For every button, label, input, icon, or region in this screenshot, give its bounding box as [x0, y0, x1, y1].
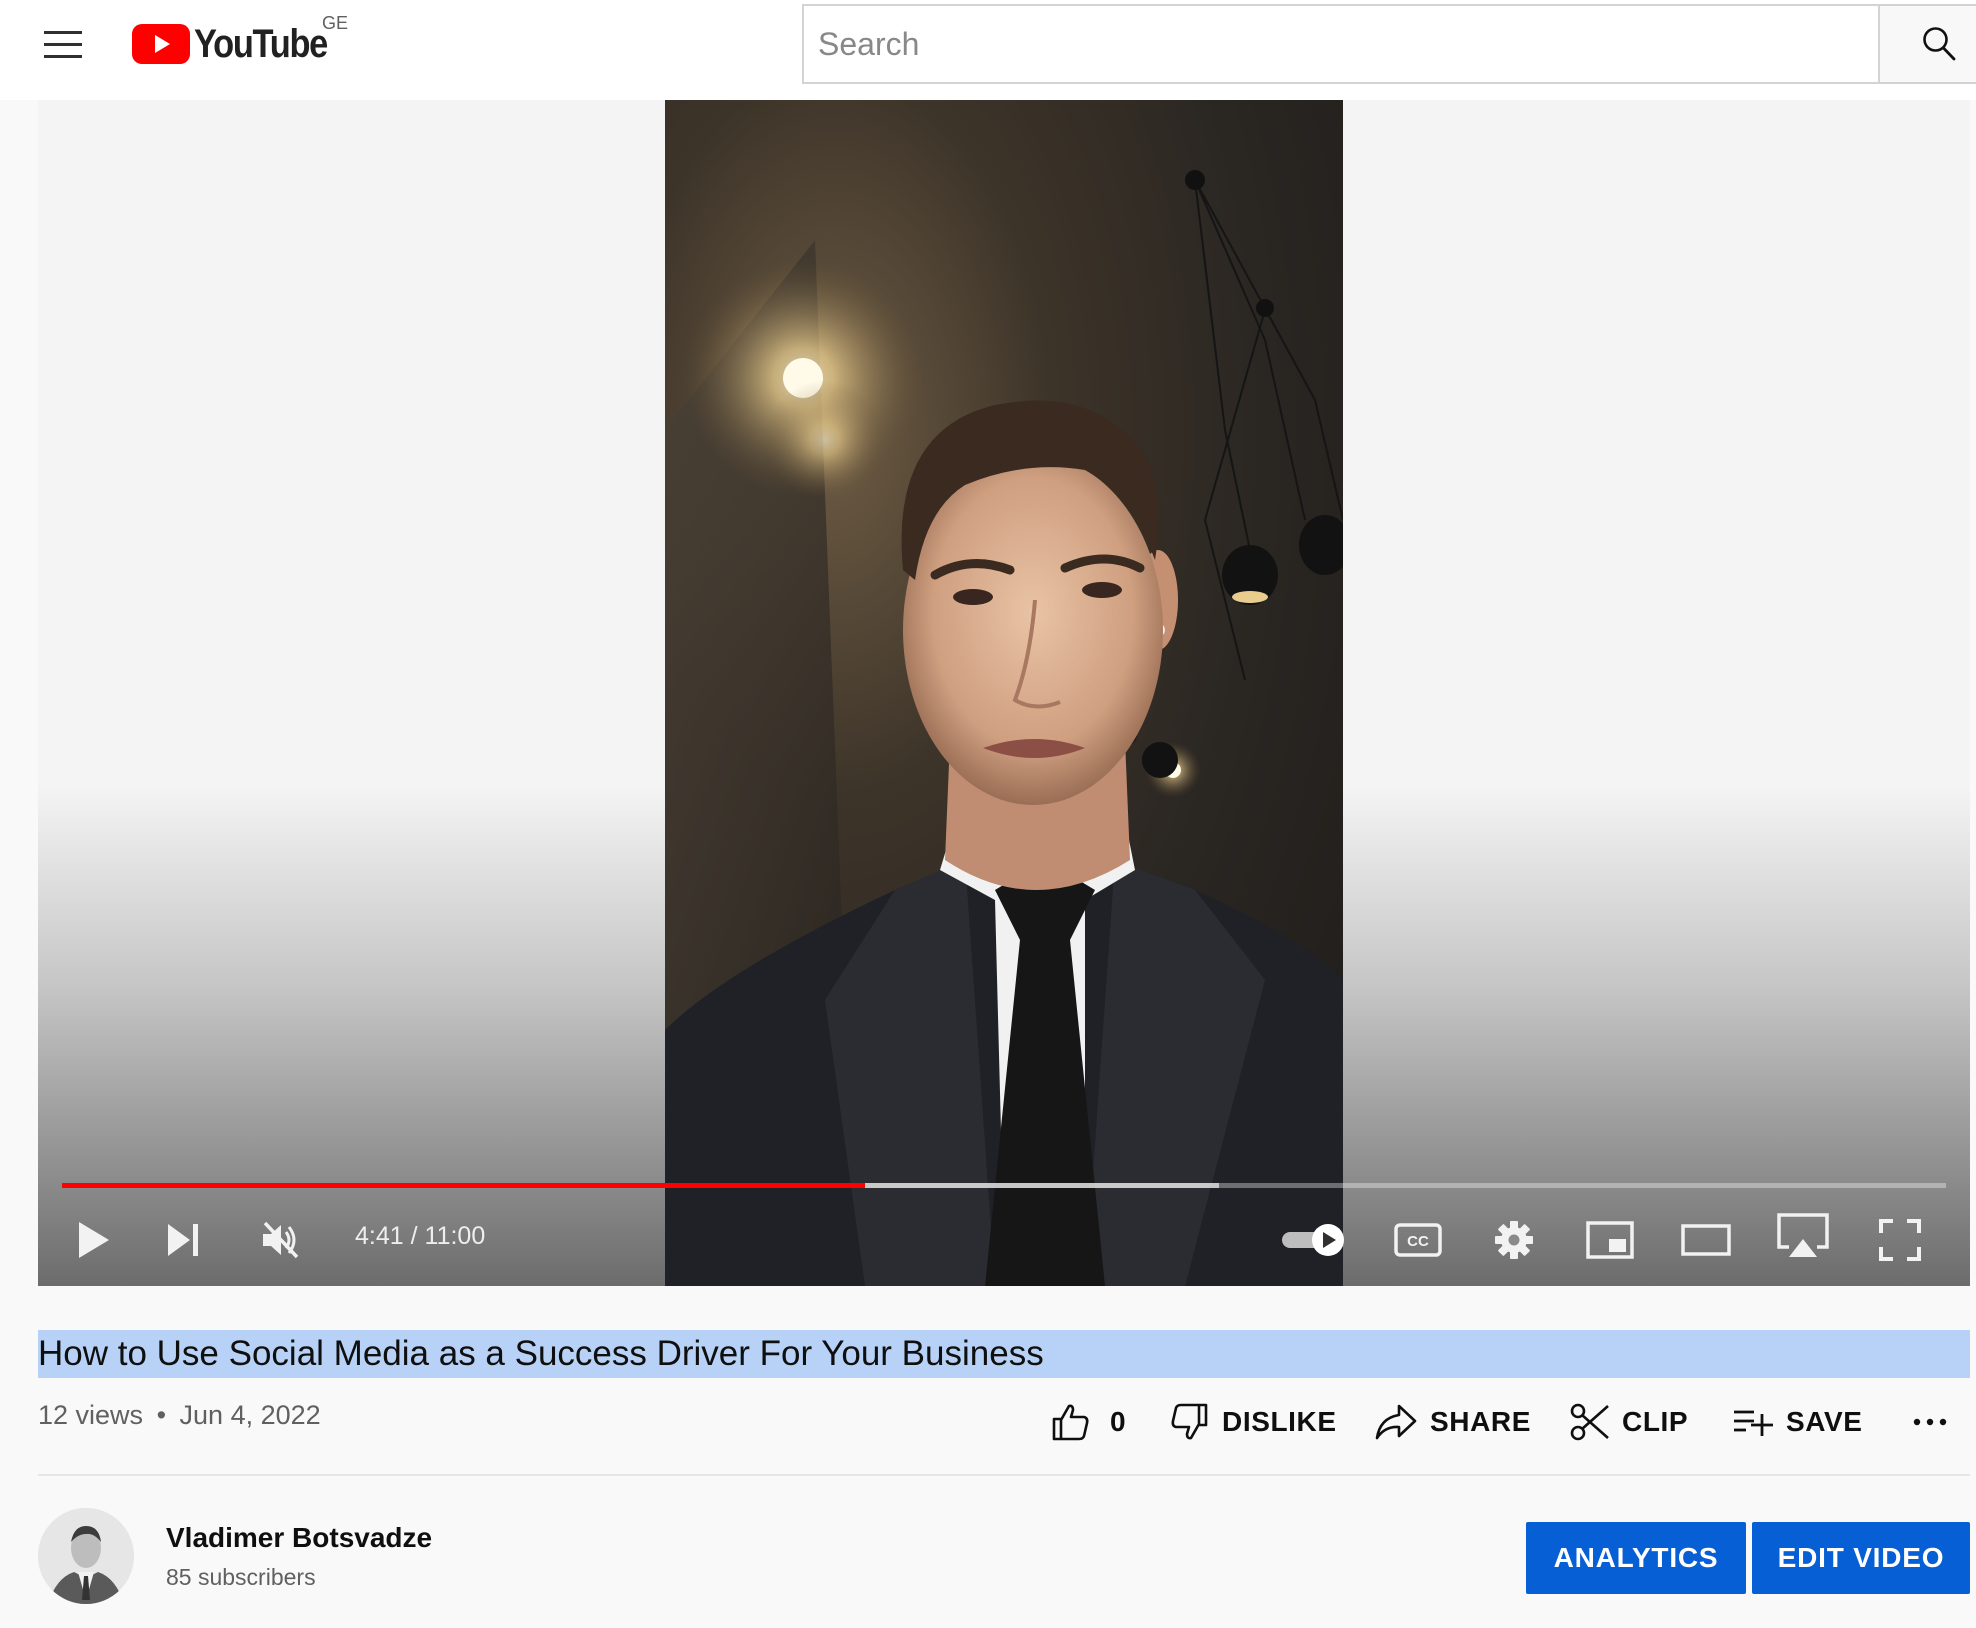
country-code: GE — [322, 13, 349, 33]
thumbs-up-icon — [1052, 1404, 1089, 1441]
thumbs-down-icon — [1171, 1403, 1208, 1440]
search-button[interactable] — [1878, 4, 1976, 84]
dislike-button[interactable]: DISLIKE — [1170, 1396, 1337, 1448]
captions-button[interactable]: CC — [1390, 1214, 1446, 1266]
scissors-icon — [1570, 1403, 1609, 1441]
share-icon — [1375, 1404, 1417, 1440]
analytics-button[interactable]: ANALYTICS — [1526, 1522, 1746, 1594]
dislike-label: DISLIKE — [1222, 1406, 1337, 1437]
gear-icon — [1495, 1221, 1533, 1259]
fullscreen-button[interactable] — [1872, 1214, 1928, 1266]
search-input[interactable] — [804, 6, 1880, 82]
mute-button[interactable] — [252, 1214, 308, 1266]
share-button[interactable]: SHARE — [1374, 1396, 1531, 1448]
hamburger-icon-line — [44, 55, 82, 58]
play-icon — [79, 1222, 109, 1258]
hamburger-icon-line — [44, 31, 82, 34]
next-button[interactable] — [158, 1214, 210, 1266]
youtube-logo-link[interactable]: YouTube — [132, 20, 349, 68]
like-count: 0 — [1110, 1406, 1127, 1437]
masthead: YouTube GE — [0, 0, 1976, 100]
edit-video-button[interactable]: EDIT VIDEO — [1752, 1522, 1970, 1594]
miniplayer-button[interactable] — [1582, 1214, 1638, 1266]
skip-next-icon — [168, 1224, 198, 1256]
hamburger-icon-line — [44, 43, 82, 46]
clip-label: CLIP — [1622, 1406, 1689, 1437]
progress-played — [62, 1183, 865, 1188]
search-icon — [1923, 27, 1956, 61]
avatar-image — [38, 1508, 134, 1604]
youtube-play-logo-icon — [132, 24, 190, 64]
theater-mode-icon — [1681, 1224, 1731, 1256]
channel-avatar[interactable] — [38, 1508, 134, 1604]
progress-bar[interactable] — [62, 1183, 1946, 1188]
divider — [38, 1474, 1970, 1476]
play-button[interactable] — [68, 1214, 120, 1266]
airplay-button[interactable] — [1772, 1210, 1834, 1262]
video-meta: 12 views • Jun 4, 2022 — [38, 1400, 321, 1431]
svg-text:CC: CC — [1407, 1233, 1429, 1250]
share-label: SHARE — [1430, 1406, 1532, 1437]
search-box — [802, 4, 1880, 84]
autoplay-toggle[interactable] — [1278, 1214, 1350, 1266]
view-count: 12 views — [38, 1400, 144, 1430]
airplay-icon — [1777, 1213, 1829, 1257]
save-button[interactable]: SAVE — [1732, 1396, 1863, 1448]
subscriber-count: 85 subscribers — [166, 1564, 316, 1590]
more-actions-button[interactable] — [1912, 1396, 1948, 1448]
autoplay-toggle-icon — [1282, 1224, 1344, 1256]
video-player[interactable]: 4:41 / 11:00 CC — [38, 100, 1970, 1286]
miniplayer-icon — [1586, 1221, 1634, 1259]
meta-separator: • — [156, 1400, 167, 1430]
volume-muted-icon — [263, 1221, 299, 1259]
more-horizontal-icon — [1913, 1418, 1947, 1426]
video-frame-image — [665, 170, 1343, 1286]
like-button[interactable]: 0 — [1050, 1396, 1126, 1448]
current-time: 4:41 — [355, 1222, 404, 1250]
settings-button[interactable] — [1486, 1214, 1542, 1266]
duration: 11:00 — [424, 1222, 486, 1250]
video-title: How to Use Social Media as a Success Dri… — [38, 1330, 1970, 1378]
channel-name[interactable]: Vladimer Botsvadze — [166, 1522, 432, 1554]
fullscreen-icon — [1879, 1219, 1921, 1261]
logo-wordmark: YouTube — [194, 21, 328, 66]
publish-date: Jun 4, 2022 — [179, 1400, 321, 1430]
playlist-add-icon — [1734, 1410, 1773, 1436]
time-separator: / — [410, 1222, 425, 1250]
clip-button[interactable]: CLIP — [1570, 1396, 1688, 1448]
time-display: 4:41 / 11:00 — [355, 1222, 485, 1251]
video-frame[interactable] — [665, 100, 1343, 1286]
save-label: SAVE — [1786, 1406, 1863, 1437]
cc-icon: CC — [1394, 1223, 1442, 1257]
theater-mode-button[interactable] — [1676, 1214, 1736, 1266]
guide-menu-button[interactable] — [40, 26, 86, 62]
